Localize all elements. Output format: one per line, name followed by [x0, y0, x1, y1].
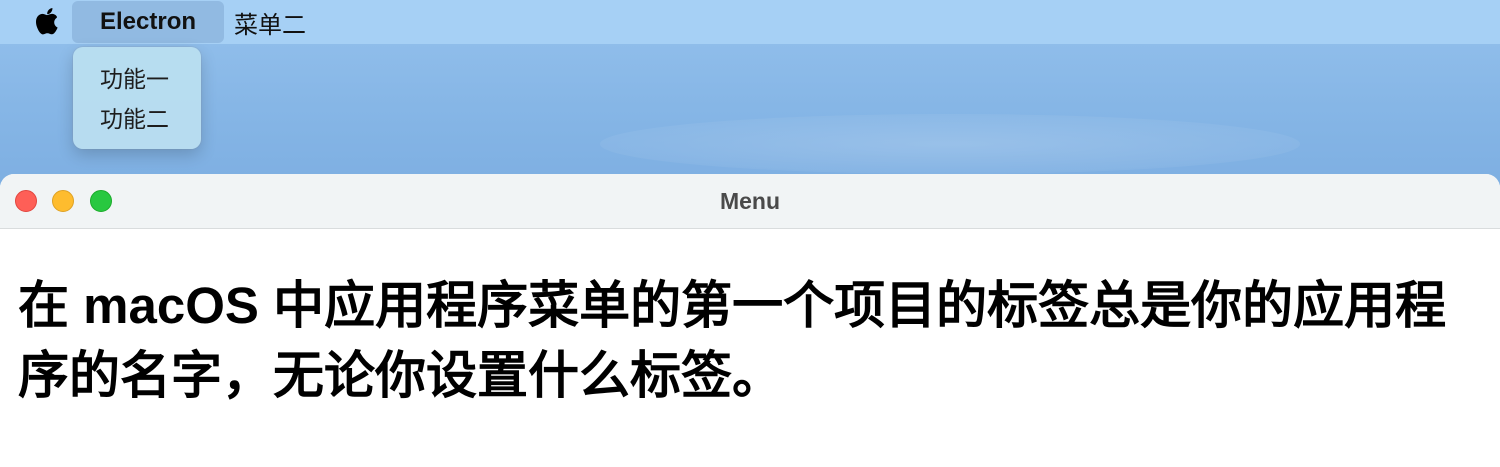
- app-menu-dropdown: 功能一 功能二: [73, 47, 201, 149]
- app-window: Menu 在 macOS 中应用程序菜单的第一个项目的标签总是你的应用程序的名字…: [0, 174, 1500, 467]
- page-heading: 在 macOS 中应用程序菜单的第一个项目的标签总是你的应用程序的名字，无论你设…: [18, 277, 1447, 404]
- menu-second[interactable]: 菜单二: [224, 0, 316, 44]
- menu-bar: Electron 菜单二: [0, 0, 1500, 44]
- apple-logo-icon[interactable]: [28, 0, 68, 44]
- wallpaper-cloud: [600, 114, 1300, 174]
- window-title: Menu: [719, 188, 781, 214]
- apple-logo-icon-graphic: [36, 8, 58, 35]
- menu-app-electron[interactable]: Electron: [72, 1, 225, 43]
- desktop-wallpaper: [0, 44, 1500, 184]
- window-titlebar[interactable]: Menu: [0, 174, 1500, 229]
- dropdown-item-feature-two[interactable]: 功能二: [73, 99, 201, 139]
- window-content: 在 macOS 中应用程序菜单的第一个项目的标签总是你的应用程序的名字，无论你设…: [0, 229, 1500, 411]
- dropdown-item-feature-one[interactable]: 功能一: [73, 59, 201, 99]
